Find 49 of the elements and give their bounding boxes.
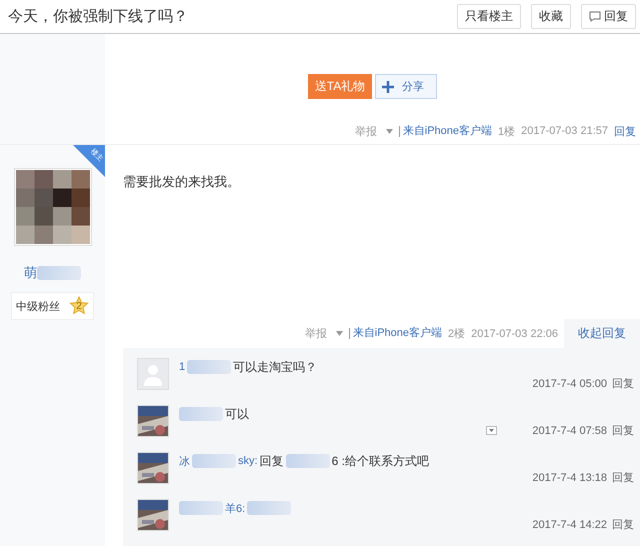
caret-icon[interactable] — [336, 331, 343, 336]
redaction-blur — [247, 501, 292, 515]
comment-text: 6 :给个联系方式吧 — [332, 452, 429, 470]
reply-link[interactable]: 回复 — [612, 423, 634, 438]
redaction-blur — [179, 501, 223, 515]
comment-time: 2017-7-4 14:22 — [532, 518, 607, 530]
commenter-name[interactable]: sky: — [238, 455, 258, 467]
redaction-blur — [192, 454, 236, 468]
source-link[interactable]: 来自iPhone客户端 — [398, 126, 492, 136]
source-link[interactable]: 来自iPhone客户端 — [348, 328, 442, 339]
header-button[interactable]: 只看楼主 — [457, 4, 521, 29]
dropdown-icon[interactable] — [486, 426, 498, 435]
redaction-blur — [37, 266, 81, 280]
report-link[interactable]: 举报 — [354, 124, 377, 138]
post-content: 需要批发的来找我。 — [123, 173, 241, 191]
author-name[interactable]: 萌 — [24, 264, 37, 282]
comment-text: 可以走淘宝吗？ — [233, 358, 318, 376]
caret-icon[interactable] — [386, 128, 393, 134]
reply-link[interactable]: 回复 — [612, 517, 634, 532]
reply-link[interactable]: 回复 — [614, 124, 636, 138]
reply-link[interactable]: 回复 — [612, 376, 634, 391]
commenter-name[interactable]: 羊6: — [225, 500, 246, 516]
post-time: 2017-07-03 21:57 — [521, 125, 608, 137]
comment-text: 可以 — [225, 406, 249, 422]
comment-text: 回复 — [260, 452, 284, 470]
default-avatar-icon — [137, 358, 169, 390]
collapse-replies-button[interactable]: 收起回复 — [564, 319, 640, 348]
commenter-name[interactable]: 冰 — [179, 454, 190, 468]
commenter-name[interactable]: 1 — [179, 361, 186, 373]
floor-number: 2楼 — [448, 327, 466, 341]
comment-time: 2017-7-4 05:00 — [532, 378, 607, 390]
reply-link[interactable]: 回复 — [612, 470, 634, 485]
redaction-blur — [286, 454, 330, 468]
report-link[interactable]: 举报 — [304, 326, 327, 341]
redaction-blur — [187, 360, 232, 374]
post-time: 2017-07-03 22:06 — [471, 328, 558, 340]
level-star-badge: 2 — [69, 296, 89, 316]
gift-button[interactable]: 送TA礼物 — [308, 74, 372, 99]
floor-number: 1楼 — [498, 124, 516, 138]
header-button[interactable]: 收藏 — [531, 4, 571, 29]
thread-title: 今天，你被强制下线了吗？ — [8, 7, 189, 26]
header-button[interactable]: 回复 — [581, 4, 636, 29]
redaction-blur — [179, 407, 223, 421]
comment-time: 2017-7-4 13:18 — [532, 472, 607, 484]
share-button[interactable]: 分享 — [375, 74, 438, 99]
rank-label: 中级粉丝 — [16, 300, 60, 314]
comment-icon — [589, 11, 601, 22]
comment-time: 2017-7-4 07:58 — [532, 424, 607, 436]
plus-icon — [382, 80, 394, 92]
